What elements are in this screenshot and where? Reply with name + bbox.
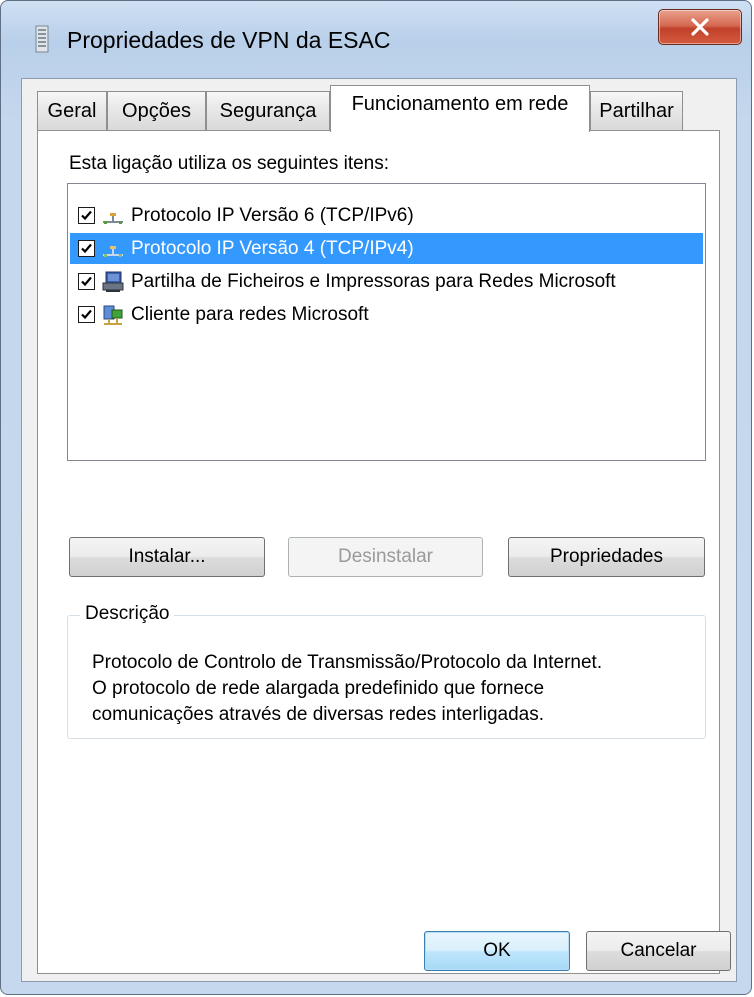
tab-geral[interactable]: Geral [37, 91, 107, 131]
title-bar[interactable]: Propriedades de VPN da ESAC [1, 1, 751, 79]
properties-button[interactable]: Propriedades [508, 537, 705, 577]
list-item-file-printer-sharing[interactable]: Partilha de Ficheiros e Impressoras para… [70, 266, 703, 297]
close-button[interactable] [658, 9, 742, 45]
list-item-client-microsoft[interactable]: Cliente para redes Microsoft [70, 299, 703, 330]
checkmark-icon [81, 276, 92, 287]
tab-seguranca[interactable]: Segurança [206, 91, 330, 131]
tab-opcoes[interactable]: Opções [107, 91, 206, 131]
cancel-button[interactable]: Cancelar [586, 931, 731, 971]
connection-properties-icon [35, 25, 49, 53]
connection-items-list[interactable]: Protocolo IP Versão 6 (TCP/IPv6) Protoco… [67, 183, 706, 461]
list-item-tcpipv6[interactable]: Protocolo IP Versão 6 (TCP/IPv6) [70, 200, 703, 231]
description-group: Descrição Protocolo de Controlo de Trans… [67, 603, 706, 739]
window-title: Propriedades de VPN da ESAC [67, 27, 391, 53]
network-client-icon [101, 304, 125, 326]
properties-window: Propriedades de VPN da ESAC Geral Opções… [0, 0, 752, 995]
checkbox-file-printer-sharing[interactable] [78, 273, 95, 290]
uninstall-button[interactable]: Desinstalar [288, 537, 483, 577]
list-item-label: Cliente para redes Microsoft [131, 303, 369, 325]
list-item-label: Protocolo IP Versão 4 (TCP/IPv4) [131, 237, 414, 259]
tab-funcionamento-em-rede[interactable]: Funcionamento em rede [330, 85, 590, 132]
tab-partilhar[interactable]: Partilhar [590, 91, 683, 131]
list-item-label: Partilha de Ficheiros e Impressoras para… [131, 270, 616, 292]
checkbox-client-microsoft[interactable] [78, 306, 95, 323]
checkmark-icon [81, 309, 92, 320]
install-button[interactable]: Instalar... [69, 537, 265, 577]
description-text: Protocolo de Controlo de Transmissão/Pro… [92, 652, 603, 725]
dialog-content: Geral Opções Segurança Funcionamento em … [21, 78, 737, 982]
list-item-tcpipv4[interactable]: Protocolo IP Versão 4 (TCP/IPv4) [70, 233, 703, 264]
file-printer-sharing-icon [101, 271, 125, 293]
description-title: Descrição [80, 603, 175, 625]
checkbox-tcpipv6[interactable] [78, 207, 95, 224]
items-list-label: Esta ligação utiliza os seguintes itens: [69, 153, 390, 174]
list-item-label: Protocolo IP Versão 6 (TCP/IPv6) [131, 204, 414, 226]
networking-panel: Esta ligação utiliza os seguintes itens:… [37, 130, 720, 974]
network-protocol-icon [101, 238, 125, 260]
ok-button[interactable]: OK [424, 931, 570, 971]
checkmark-icon [81, 243, 92, 254]
checkbox-tcpipv4[interactable] [78, 240, 95, 257]
network-protocol-icon [101, 205, 125, 227]
checkmark-icon [81, 210, 92, 221]
close-icon [691, 18, 709, 36]
